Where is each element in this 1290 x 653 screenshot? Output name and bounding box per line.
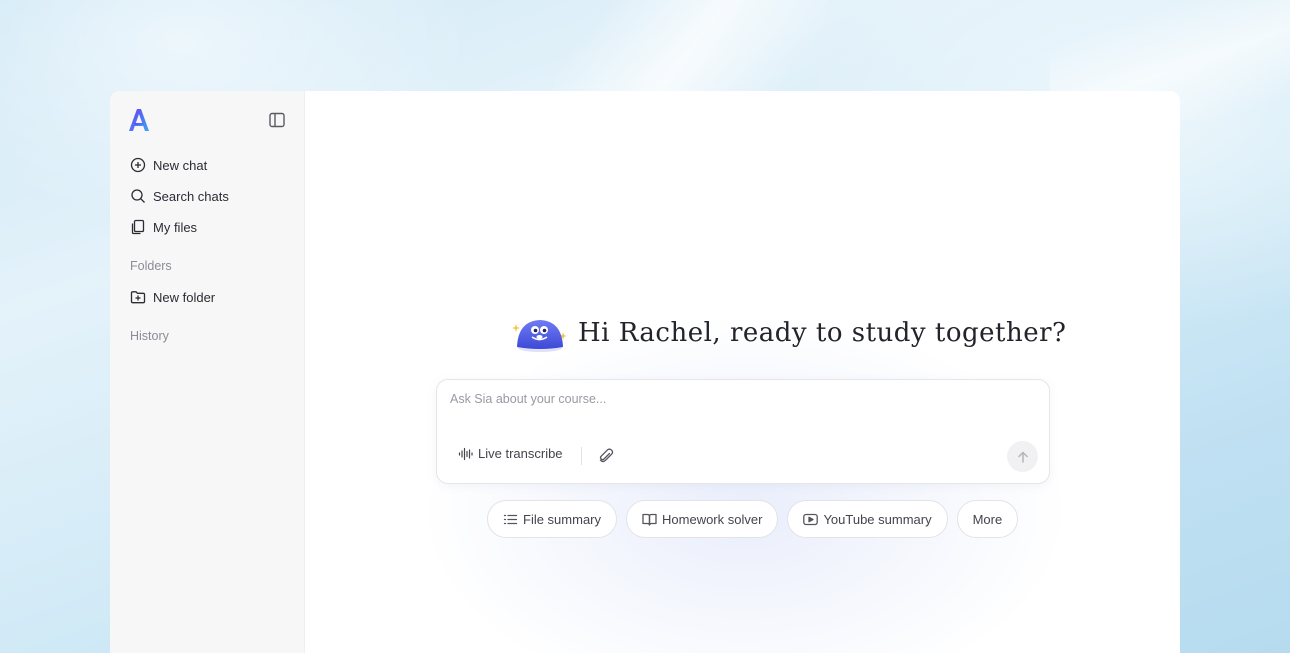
plus-circle-icon (130, 157, 146, 173)
youtube-summary-label: YouTube summary (823, 511, 932, 527)
send-button[interactable] (1007, 441, 1038, 472)
app-logo-icon[interactable] (128, 108, 150, 132)
more-chip[interactable]: More (956, 500, 1019, 538)
live-transcribe-label: Live transcribe (478, 446, 563, 461)
arrow-up-icon (1017, 451, 1028, 463)
list-icon (503, 514, 518, 524)
book-open-icon (642, 513, 657, 526)
paperclip-icon[interactable] (597, 447, 615, 465)
search-icon (131, 189, 145, 203)
homework-solver-label: Homework solver (662, 511, 763, 527)
my-files-button[interactable]: My files (130, 217, 197, 237)
quick-action-chips: File summary Homework solver YouTube sum… (487, 500, 1027, 538)
search-chats-button[interactable]: Search chats (130, 186, 229, 206)
waveform-icon (458, 447, 473, 460)
youtube-icon (803, 513, 819, 525)
new-chat-button[interactable]: New chat (130, 155, 207, 175)
file-summary-label: File summary (523, 511, 602, 527)
greeting-header: Hi Rachel, ready to study together? (510, 313, 1066, 353)
folder-plus-icon (130, 291, 146, 304)
homework-solver-chip[interactable]: Homework solver (626, 500, 779, 538)
chat-composer: Live transcribe (436, 379, 1050, 484)
folders-section-label: Folders (130, 259, 172, 273)
sidebar: New chat Search chats My files Folders N… (110, 91, 305, 653)
toolbar-divider (581, 447, 582, 465)
file-summary-chip[interactable]: File summary (487, 500, 618, 538)
sidebar-toggle-icon[interactable] (268, 111, 286, 129)
new-chat-label: New chat (153, 157, 208, 173)
main-content: Hi Rachel, ready to study together? Live… (305, 91, 1180, 653)
new-folder-button[interactable]: New folder (130, 287, 215, 307)
search-chats-label: Search chats (153, 188, 229, 204)
mascot-icon (512, 320, 567, 352)
my-files-label: My files (153, 219, 198, 235)
more-label: More (972, 511, 1003, 527)
live-transcribe-button[interactable]: Live transcribe (458, 446, 563, 461)
page-title: Hi Rachel, ready to study together? (578, 318, 1067, 348)
history-section-label: History (130, 329, 169, 343)
app-window: New chat Search chats My files Folders N… (110, 91, 1180, 653)
youtube-summary-chip[interactable]: YouTube summary (787, 500, 948, 538)
chat-input[interactable] (448, 390, 1037, 426)
files-icon (131, 219, 145, 235)
new-folder-label: New folder (153, 289, 216, 305)
